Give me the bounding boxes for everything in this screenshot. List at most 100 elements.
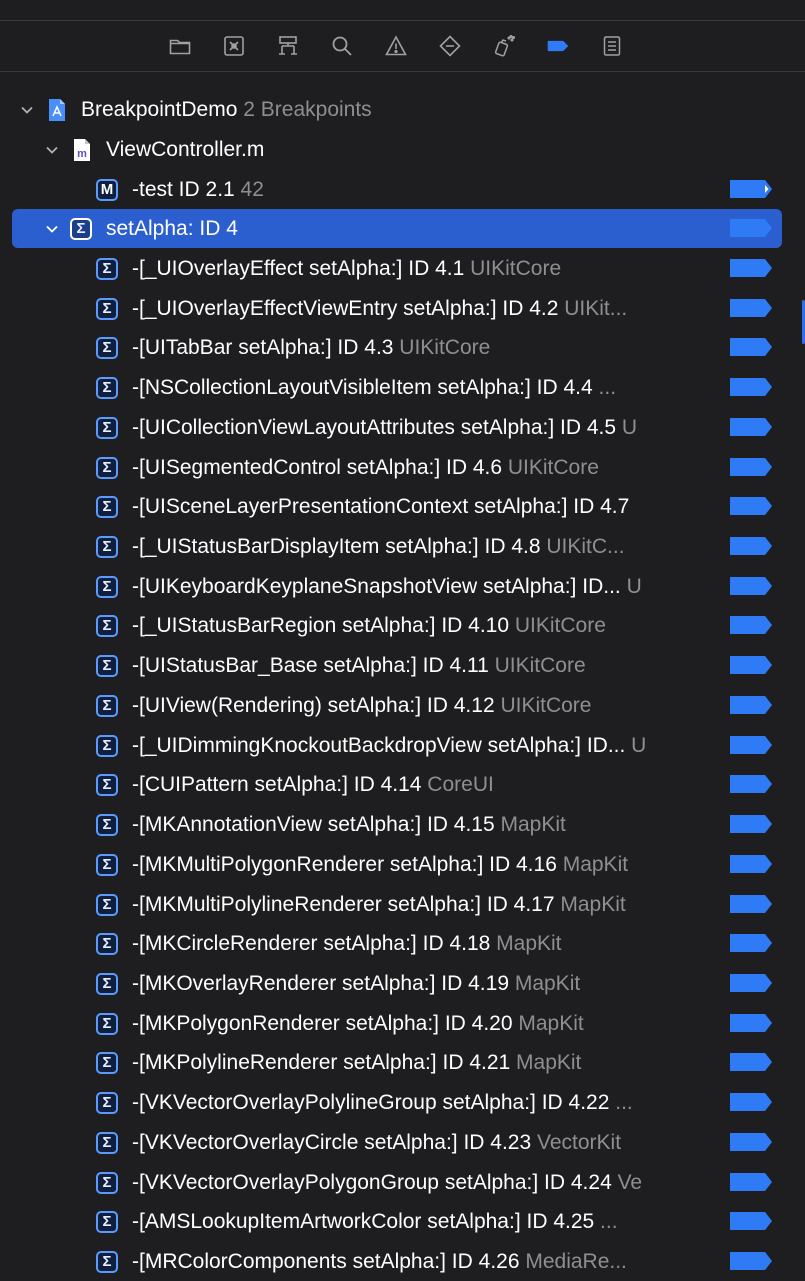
breakpoint-row[interactable]: Σ -[VKVectorOverlayPolylineGroup setAlpha… — [0, 1083, 805, 1122]
breakpoint-row[interactable]: Σ -[UICollectionViewLayoutAttributes setA… — [0, 408, 805, 447]
breakpoint-module: MapKit — [512, 1011, 584, 1035]
breakpoint-marker-icon[interactable] — [730, 934, 772, 953]
breakpoint-row[interactable]: Σ -[CUIPattern setAlpha:] ID 4.14 CoreUI — [0, 765, 805, 804]
symbolic-breakpoint-icon: Σ — [70, 218, 92, 240]
symbolic-breakpoint-icon: Σ — [96, 1052, 118, 1075]
breakpoint-marker-icon[interactable] — [730, 815, 772, 834]
breakpoint-module: ... — [594, 1210, 618, 1234]
hierarchy-icon[interactable] — [275, 33, 301, 59]
breakpoint-marker-icon[interactable] — [730, 576, 772, 595]
breakpoint-marker-icon[interactable] — [730, 656, 772, 675]
breakpoint-symbol: -[MKPolylineRenderer setAlpha:] ID 4.21 — [132, 1051, 511, 1075]
breakpoint-module: UIKitCore — [494, 693, 592, 717]
symbolic-breakpoint-icon: Σ — [96, 933, 118, 956]
breakpoint-module: UIKitCore — [393, 336, 491, 360]
test-breakpoint-row[interactable]: M -test ID 2.1 42 — [0, 170, 805, 209]
breakpoint-marker-icon[interactable] — [730, 775, 772, 794]
group-row-selected[interactable]: Σ setAlpha: ID 4 — [0, 209, 805, 248]
breakpoint-tag-icon[interactable] — [545, 33, 571, 59]
breakpoint-marker-icon[interactable] — [730, 497, 772, 516]
breakpoint-row[interactable]: Σ -[_UIStatusBarDisplayItem setAlpha:] ID… — [0, 527, 805, 566]
breakpoint-marker-icon[interactable] — [730, 338, 772, 357]
symbolic-breakpoint-icon: Σ — [96, 814, 118, 837]
breakpoint-row[interactable]: Σ -[MRColorComponents setAlpha:] ID 4.26 … — [0, 1242, 805, 1281]
breakpoint-marker-icon[interactable] — [730, 1013, 772, 1032]
symbolic-breakpoint-icon: Σ — [96, 1131, 118, 1154]
breakpoint-row[interactable]: Σ -[VKVectorOverlayPolygonGroup setAlpha:… — [0, 1163, 805, 1202]
project-row[interactable]: BreakpointDemo 2 Breakpoints — [0, 90, 805, 129]
breakpoint-row[interactable]: Σ -[VKVectorOverlayCircle setAlpha:] ID 4… — [0, 1123, 805, 1162]
symbolic-breakpoint-icon: Σ — [96, 496, 118, 519]
breakpoint-marker-icon[interactable] — [730, 298, 772, 317]
file-row[interactable]: m ViewController.m — [0, 130, 805, 169]
report-list-icon[interactable] — [599, 33, 625, 59]
breakpoint-row[interactable]: Σ -[NSCollectionLayoutVisibleItem setAlph… — [0, 368, 805, 407]
breakpoint-marker-icon[interactable] — [730, 1252, 772, 1270]
chevron-down-icon[interactable] — [42, 140, 62, 160]
breakpoint-symbol: -[MKCircleRenderer setAlpha:] ID 4.18 — [132, 932, 491, 956]
breakpoint-marker-icon[interactable] — [730, 378, 772, 397]
breakpoint-row[interactable]: Σ -[_UIDimmingKnockoutBackdropView setAlp… — [0, 726, 805, 765]
breakpoint-row[interactable]: Σ -[MKMultiPolygonRenderer setAlpha:] ID … — [0, 845, 805, 884]
breakpoint-marker-icon[interactable] — [730, 1093, 772, 1112]
breakpoint-marker-icon[interactable] — [730, 1053, 772, 1072]
breakpoint-module: MapKit — [509, 971, 581, 995]
breakpoint-marker-icon[interactable] — [730, 259, 772, 277]
source-control-icon[interactable] — [221, 33, 247, 59]
test-diamond-icon[interactable] — [437, 33, 463, 59]
breakpoint-module: UIKitCore — [509, 614, 606, 638]
breakpoint-marker-icon[interactable] — [730, 1212, 772, 1231]
breakpoint-symbol: -[NSCollectionLayoutVisibleItem setAlpha… — [132, 376, 593, 400]
breakpoint-marker-icon[interactable] — [730, 1172, 772, 1191]
breakpoint-marker-icon[interactable] — [730, 695, 772, 714]
breakpoint-marker-icon[interactable] — [730, 537, 772, 556]
breakpoint-row[interactable]: Σ -[MKAnnotationView setAlpha:] ID 4.15 M… — [0, 805, 805, 844]
breakpoint-module: MapKit — [510, 1051, 582, 1075]
breakpoint-marker-icon[interactable] — [730, 457, 772, 476]
breakpoint-symbol: -[MKMultiPolylineRenderer setAlpha:] ID … — [132, 892, 555, 916]
navigator-toolbar — [0, 21, 805, 72]
breakpoint-row[interactable]: Σ -[UIKeyboardKeyplaneSnapshotView setAlp… — [0, 567, 805, 606]
debug-spray-icon[interactable] — [491, 33, 517, 59]
breakpoint-symbol: -[UICollectionViewLayoutAttributes setAl… — [132, 415, 617, 439]
breakpoint-symbol: -[UISegmentedControl setAlpha:] ID 4.6 — [132, 455, 503, 479]
breakpoint-row[interactable]: Σ -[_UIOverlayEffect setAlpha:] ID 4.1 UI… — [0, 249, 805, 288]
breakpoint-marker-icon[interactable] — [730, 973, 772, 992]
breakpoint-marker-icon[interactable] — [730, 180, 772, 198]
breakpoint-row[interactable]: Σ -[MKCircleRenderer setAlpha:] ID 4.18 M… — [0, 924, 805, 963]
breakpoint-symbol: -[UIKeyboardKeyplaneSnapshotView setAlph… — [132, 574, 621, 598]
breakpoint-marker-icon[interactable] — [730, 219, 772, 237]
breakpoint-row[interactable]: Σ -[UIStatusBar_Base setAlpha:] ID 4.11 U… — [0, 646, 805, 685]
folder-icon[interactable] — [167, 33, 193, 59]
breakpoint-row[interactable]: Σ -[MKPolygonRenderer setAlpha:] ID 4.20 … — [0, 1004, 805, 1043]
breakpoint-row[interactable]: Σ -[MKPolylineRenderer setAlpha:] ID 4.21… — [0, 1043, 805, 1082]
breakpoint-marker-icon[interactable] — [730, 894, 772, 913]
breakpoint-marker-icon[interactable] — [730, 616, 772, 635]
search-icon[interactable] — [329, 33, 355, 59]
breakpoint-row[interactable]: Σ -[AMSLookupItemArtworkColor setAlpha:] … — [0, 1202, 805, 1241]
breakpoint-row[interactable]: Σ -[UIView(Rendering) setAlpha:] ID 4.12 … — [0, 686, 805, 725]
chevron-down-icon[interactable] — [42, 219, 62, 239]
breakpoint-row[interactable]: Σ -[UISegmentedControl setAlpha:] ID 4.6 … — [0, 448, 805, 487]
breakpoint-marker-icon[interactable] — [730, 735, 772, 754]
breakpoint-module: MapKit — [556, 852, 629, 876]
breakpoint-module: ... — [592, 376, 617, 400]
breakpoint-symbol: -[UITabBar setAlpha:] ID 4.3 — [132, 336, 394, 360]
breakpoint-row[interactable]: Σ -[MKMultiPolylineRenderer setAlpha:] ID… — [0, 885, 805, 924]
breakpoint-row[interactable]: Σ -[UITabBar setAlpha:] ID 4.3 UIKitCore — [0, 328, 805, 367]
project-icon — [49, 99, 65, 121]
breakpoint-marker-icon[interactable] — [730, 854, 772, 873]
breakpoint-row[interactable]: Σ -[_UIStatusBarRegion setAlpha:] ID 4.10… — [0, 606, 805, 645]
breakpoint-row[interactable]: Σ -[UISceneLayerPresentationContext setAl… — [0, 487, 805, 526]
warning-icon[interactable] — [383, 33, 409, 59]
breakpoint-symbol: -[MKAnnotationView setAlpha:] ID 4.15 — [132, 813, 495, 837]
breakpoint-row[interactable]: Σ -[_UIOverlayEffectViewEntry setAlpha:] … — [0, 289, 805, 328]
symbolic-breakpoint-icon: Σ — [96, 1251, 118, 1273]
breakpoint-marker-icon[interactable] — [730, 1132, 772, 1151]
breakpoint-module: VectorKit — [531, 1130, 622, 1154]
method-icon: M — [96, 179, 118, 201]
symbolic-breakpoint-icon: Σ — [96, 615, 118, 638]
breakpoint-row[interactable]: Σ -[MKOverlayRenderer setAlpha:] ID 4.19 … — [0, 964, 805, 1003]
chevron-down-icon[interactable] — [17, 100, 37, 120]
breakpoint-marker-icon[interactable] — [730, 417, 772, 436]
